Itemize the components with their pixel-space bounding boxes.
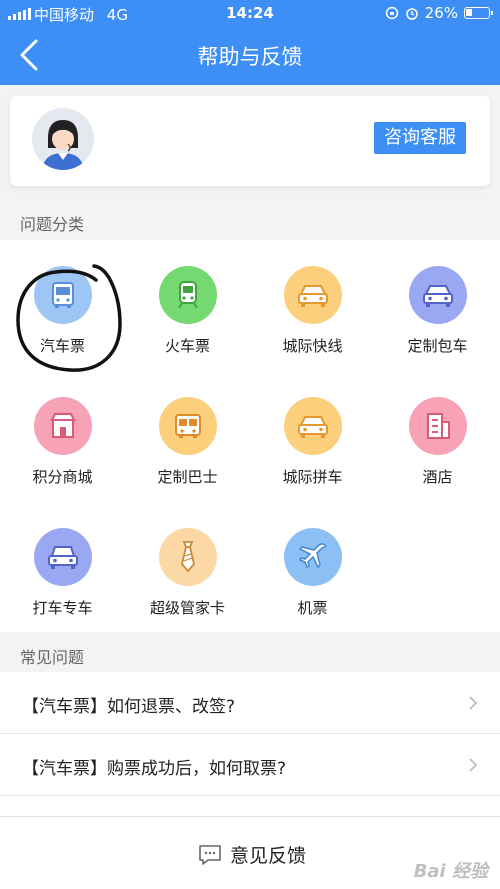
category-label: 定制包车: [407, 337, 468, 355]
hand-drawn-circle-annotation: [16, 264, 122, 372]
category-hotel[interactable]: 酒店: [375, 397, 500, 487]
categories-heading: 问题分类: [20, 215, 85, 234]
category-grid: 汽车票 火车票 城际快线 定制包车 积分商城 定制巴士 城际拼车 酒店 打车专车…: [0, 240, 500, 632]
category-label: 定制巴士: [157, 468, 218, 486]
agent-avatar: [32, 108, 94, 170]
category-label: 积分商城: [32, 468, 93, 486]
faq-item-text: 【汽车票】购票成功后，如何取票?: [22, 759, 287, 779]
category-charter-car[interactable]: 定制包车: [375, 266, 500, 356]
taxi-icon: [33, 528, 92, 586]
page-title: 帮助与反馈: [197, 45, 303, 69]
category-label: 超级管家卡: [149, 599, 225, 617]
train-icon: [158, 266, 217, 324]
category-label: 机票: [297, 599, 328, 617]
feedback-button[interactable]: 意见反馈 Bai 经验: [0, 816, 500, 889]
category-train-ticket[interactable]: 火车票: [125, 266, 250, 356]
hotel-icon: [408, 397, 467, 455]
bus-icon: [158, 397, 217, 455]
header-bar: 中国移动 4G 14:24 26% 帮助与反馈: [0, 0, 500, 85]
category-label: 酒店: [422, 468, 453, 486]
category-label: 城际快线: [282, 337, 343, 355]
shop-icon: [33, 397, 92, 455]
chevron-right-icon: [469, 758, 478, 772]
category-intercity-carpool[interactable]: 城际拼车: [250, 397, 375, 487]
faq-heading: 常见问题: [20, 648, 85, 667]
faq-list-spacer: [0, 796, 500, 816]
category-taxi[interactable]: 打车专车: [0, 528, 125, 618]
car-icon: [283, 397, 342, 455]
nav-bar: 帮助与反馈: [0, 30, 500, 80]
category-butler-card[interactable]: 超级管家卡: [125, 528, 250, 618]
customer-service-card: 咨询客服: [10, 96, 490, 186]
category-intercity-express[interactable]: 城际快线: [250, 266, 375, 356]
battery-percent: 26%: [424, 4, 458, 22]
tie-icon: [158, 528, 217, 586]
faq-item[interactable]: 【汽车票】如何退票、改签?: [0, 672, 500, 734]
chevron-right-icon: [469, 696, 478, 710]
category-label: 城际拼车: [282, 468, 343, 486]
category-points-mall[interactable]: 积分商城: [0, 397, 125, 487]
car-icon: [408, 266, 467, 324]
baidu-watermark: Bai 经验: [413, 861, 488, 882]
plane-icon: [283, 528, 342, 586]
alarm-icon: [405, 8, 418, 20]
faq-item-text: 【汽车票】如何退票、改签?: [22, 697, 236, 717]
category-custom-bus[interactable]: 定制巴士: [125, 397, 250, 487]
faq-item[interactable]: 【汽车票】购票成功后，如何取票?: [0, 734, 500, 796]
consult-service-button[interactable]: 咨询客服: [374, 122, 466, 154]
chat-bubble-icon: [199, 844, 221, 865]
car-icon: [283, 266, 342, 324]
category-flight[interactable]: 机票: [250, 528, 375, 618]
faq-list: 【汽车票】如何退票、改签? 【汽车票】购票成功后，如何取票?: [0, 672, 500, 816]
battery-icon: [464, 7, 493, 19]
category-label: 打车专车: [32, 599, 93, 617]
category-label: 火车票: [164, 337, 210, 355]
status-bar: 中国移动 4G 14:24 26%: [0, 0, 500, 28]
feedback-label: 意见反馈: [230, 845, 307, 867]
rotation-lock-icon: [385, 6, 398, 20]
